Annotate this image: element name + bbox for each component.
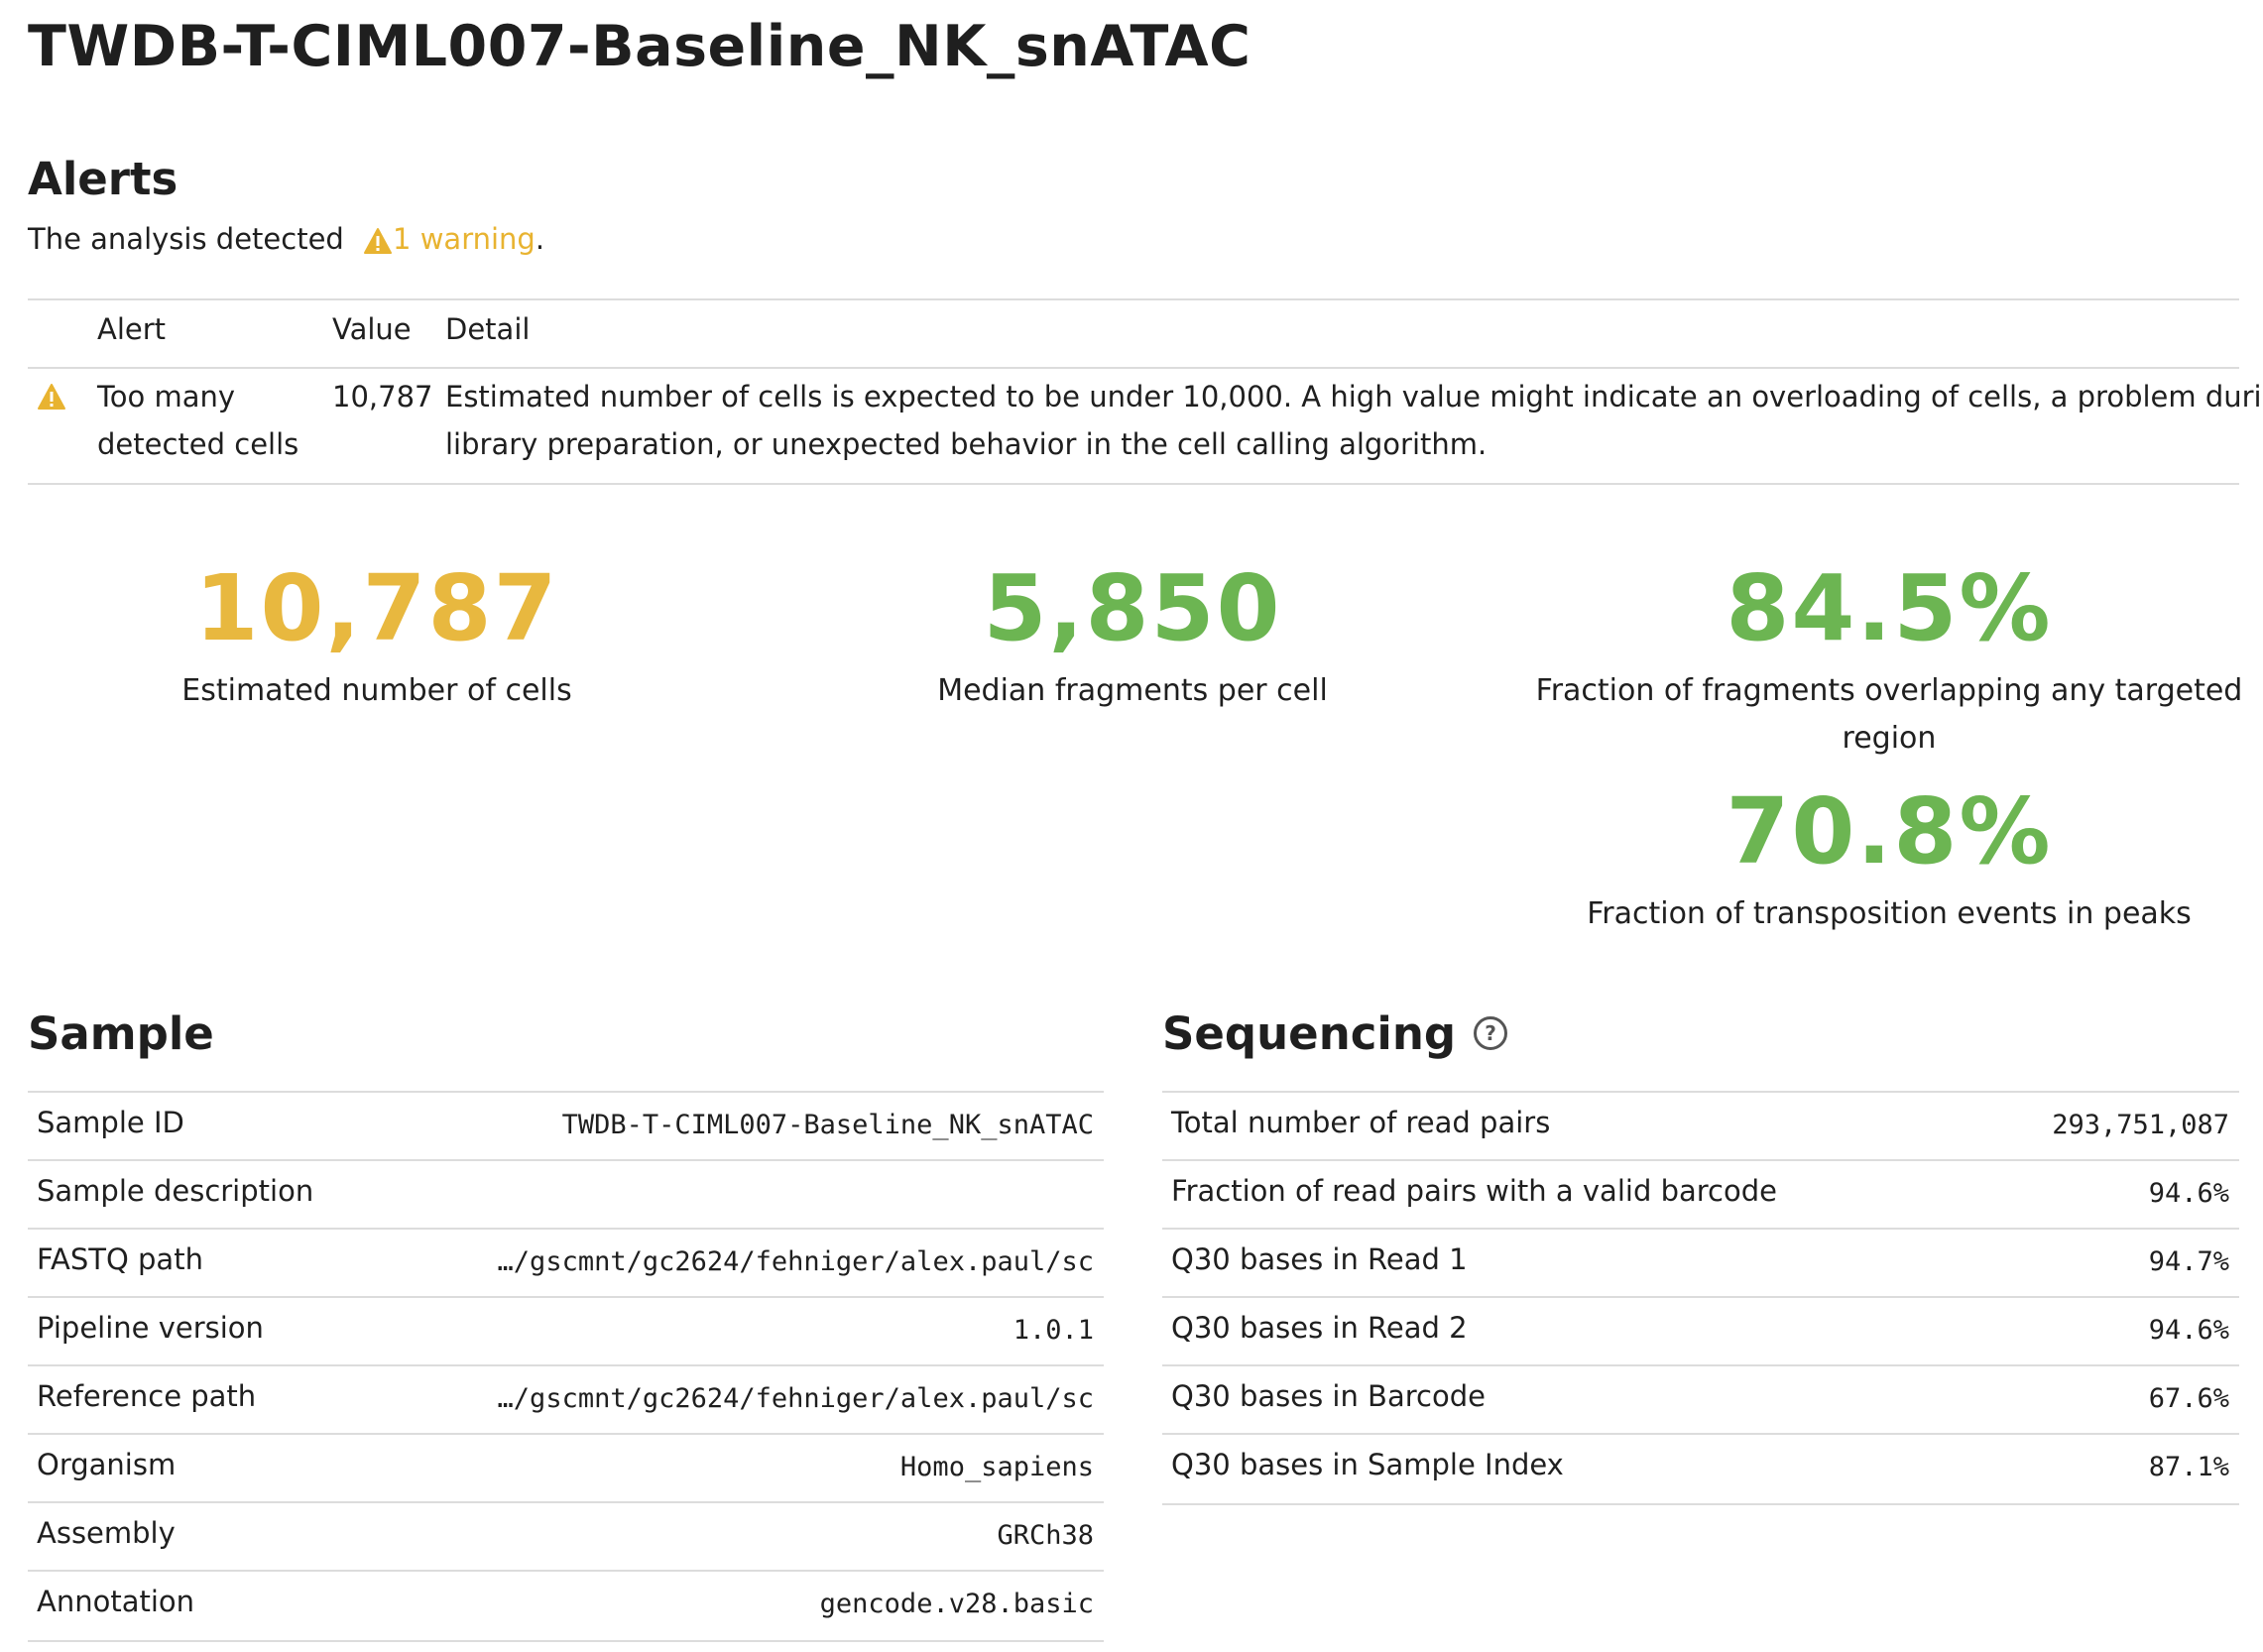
sample-row-value: GRCh38	[997, 1520, 1094, 1551]
help-circle-icon[interactable]: ?	[1474, 1016, 1508, 1050]
warning-link[interactable]: 1 warning	[363, 222, 536, 256]
sample-row-label: Reference path	[37, 1379, 257, 1413]
table-row: Organism Homo_sapiens	[28, 1433, 1104, 1503]
sample-heading: Sample	[28, 1007, 214, 1060]
alerts-summary-prefix: The analysis detected	[28, 222, 344, 256]
sample-row-label: Sample ID	[37, 1106, 184, 1139]
metric-targeted-value: 84.5%	[1726, 555, 2053, 661]
sequencing-row-label: Total number of read pairs	[1171, 1106, 1551, 1139]
page-title: TWDB-T-CIML007-Baseline_NK_snATAC	[28, 14, 1251, 79]
table-row: Assembly GRCh38	[28, 1501, 1104, 1572]
sample-row-label: FASTQ path	[37, 1242, 203, 1276]
table-row: Q30 bases in Read 1 94.7%	[1162, 1228, 2239, 1298]
table-row: Sample description	[28, 1159, 1104, 1230]
table-row: Pipeline version 1.0.1	[28, 1296, 1104, 1366]
sample-row-label: Pipeline version	[37, 1311, 264, 1345]
sample-row-value: …/gscmnt/gc2624/fehniger/alex.paul/sc	[497, 1383, 1094, 1414]
table-row: Q30 bases in Read 2 94.6%	[1162, 1296, 2239, 1366]
sample-row-value: TWDB-T-CIML007-Baseline_NK_snATAC	[561, 1110, 1094, 1140]
sequencing-heading: Sequencing?	[1162, 1007, 1508, 1060]
alerts-table-top-border	[28, 298, 2239, 300]
metric-cells-label: Estimated number of cells	[181, 673, 572, 708]
warning-link-text: 1 warning	[393, 222, 536, 256]
sequencing-row-value: 67.6%	[2148, 1383, 2229, 1414]
alerts-summary-suffix: .	[535, 222, 545, 256]
alerts-col-value: Value	[332, 312, 412, 346]
sample-row-label: Sample description	[37, 1174, 314, 1208]
table-row: Q30 bases in Barcode 67.6%	[1162, 1364, 2239, 1435]
alerts-summary: The analysis detected 1 warning.	[28, 222, 544, 256]
sequencing-row-label: Q30 bases in Read 1	[1171, 1242, 1468, 1276]
sample-row-label: Assembly	[37, 1516, 176, 1550]
alert-value: 10,787	[332, 380, 433, 413]
sequencing-row-value: 94.6%	[2148, 1315, 2229, 1346]
warning-icon	[364, 228, 393, 254]
sequencing-row-label: Q30 bases in Sample Index	[1171, 1448, 1564, 1481]
table-row: Annotation gencode.v28.basic	[28, 1570, 1104, 1642]
alert-detail: Estimated number of cells is expected to…	[445, 380, 2263, 461]
sequencing-row-value: 94.7%	[2148, 1246, 2229, 1277]
table-row: FASTQ path …/gscmnt/gc2624/fehniger/alex…	[28, 1228, 1104, 1298]
alert-name: Too many detected cells	[97, 380, 299, 461]
sequencing-row-value: 87.1%	[2148, 1452, 2229, 1482]
sample-row-value: Homo_sapiens	[899, 1452, 1094, 1482]
metric-targeted-label: Fraction of fragments overlapping any ta…	[1535, 673, 2243, 756]
table-row: Q30 bases in Sample Index 87.1%	[1162, 1433, 2239, 1505]
sample-row-value: 1.0.1	[1012, 1315, 1094, 1346]
metric-cells-value: 10,787	[194, 555, 559, 661]
sample-table: Sample ID TWDB-T-CIML007-Baseline_NK_snA…	[28, 1091, 1104, 1646]
alerts-col-detail: Detail	[445, 312, 531, 346]
sample-row-value: gencode.v28.basic	[819, 1589, 1094, 1619]
alerts-col-alert: Alert	[97, 312, 167, 346]
sequencing-table: Total number of read pairs 293,751,087 F…	[1162, 1091, 2239, 1507]
alert-row: Too many detected cells 10,787 Estimated…	[28, 369, 2263, 484]
table-row: Total number of read pairs 293,751,087	[1162, 1091, 2239, 1161]
sequencing-row-value: 293,751,087	[2052, 1110, 2229, 1140]
sample-row-label: Organism	[37, 1448, 177, 1481]
alerts-table-bottom-border	[28, 483, 2239, 485]
metric-peaks-label: Fraction of transposition events in peak…	[1587, 896, 2192, 931]
sample-row-value: …/gscmnt/gc2624/fehniger/alex.paul/sc	[497, 1246, 1094, 1277]
sample-row-label: Annotation	[37, 1585, 195, 1618]
alerts-heading: Alerts	[28, 153, 179, 205]
metric-peaks-value: 70.8%	[1726, 778, 2053, 885]
sequencing-row-label: Q30 bases in Barcode	[1171, 1379, 1486, 1413]
table-row: Reference path …/gscmnt/gc2624/fehniger/…	[28, 1364, 1104, 1435]
sequencing-row-label: Fraction of read pairs with a valid barc…	[1171, 1174, 1777, 1208]
warning-icon	[38, 384, 65, 410]
table-row: Sample ID TWDB-T-CIML007-Baseline_NK_snA…	[28, 1091, 1104, 1161]
metric-median-value: 5,850	[983, 555, 1282, 661]
sequencing-row-value: 94.6%	[2148, 1178, 2229, 1209]
metric-median-label: Median fragments per cell	[937, 673, 1328, 708]
web-summary-page: TWDB-T-CIML007-Baseline_NK_snATAC Alerts…	[0, 0, 2263, 1652]
sequencing-row-label: Q30 bases in Read 2	[1171, 1311, 1468, 1345]
table-row: Fraction of read pairs with a valid barc…	[1162, 1159, 2239, 1230]
